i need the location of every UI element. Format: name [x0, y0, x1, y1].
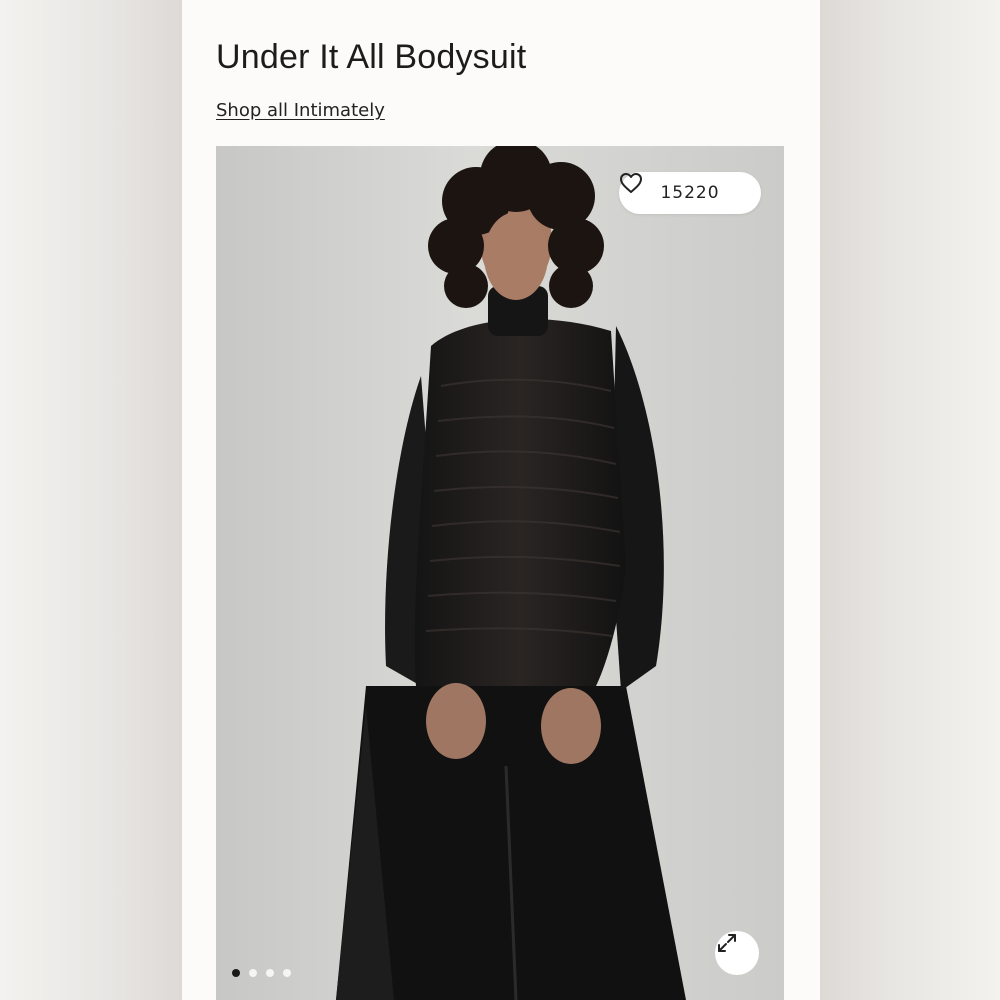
right-blurred-margin: [820, 0, 1000, 1000]
carousel-dot-4[interactable]: [283, 969, 291, 977]
carousel-dot-2[interactable]: [249, 969, 257, 977]
product-image-gallery[interactable]: 15220: [216, 146, 784, 1000]
product-title: Under It All Bodysuit: [216, 38, 527, 76]
expand-icon: [718, 934, 736, 952]
carousel-dot-3[interactable]: [266, 969, 274, 977]
like-button[interactable]: 15220: [619, 172, 761, 214]
product-card: Under It All Bodysuit Shop all Intimatel…: [182, 0, 820, 1000]
left-blurred-margin: [0, 0, 182, 1000]
shop-all-link[interactable]: Shop all Intimately: [216, 100, 385, 121]
like-count: 15220: [660, 183, 720, 203]
carousel-dot-1[interactable]: [232, 969, 240, 977]
heart-icon: [620, 173, 642, 193]
carousel-dots: [232, 969, 291, 977]
product-photo: [216, 146, 784, 1000]
expand-button[interactable]: [715, 931, 759, 975]
